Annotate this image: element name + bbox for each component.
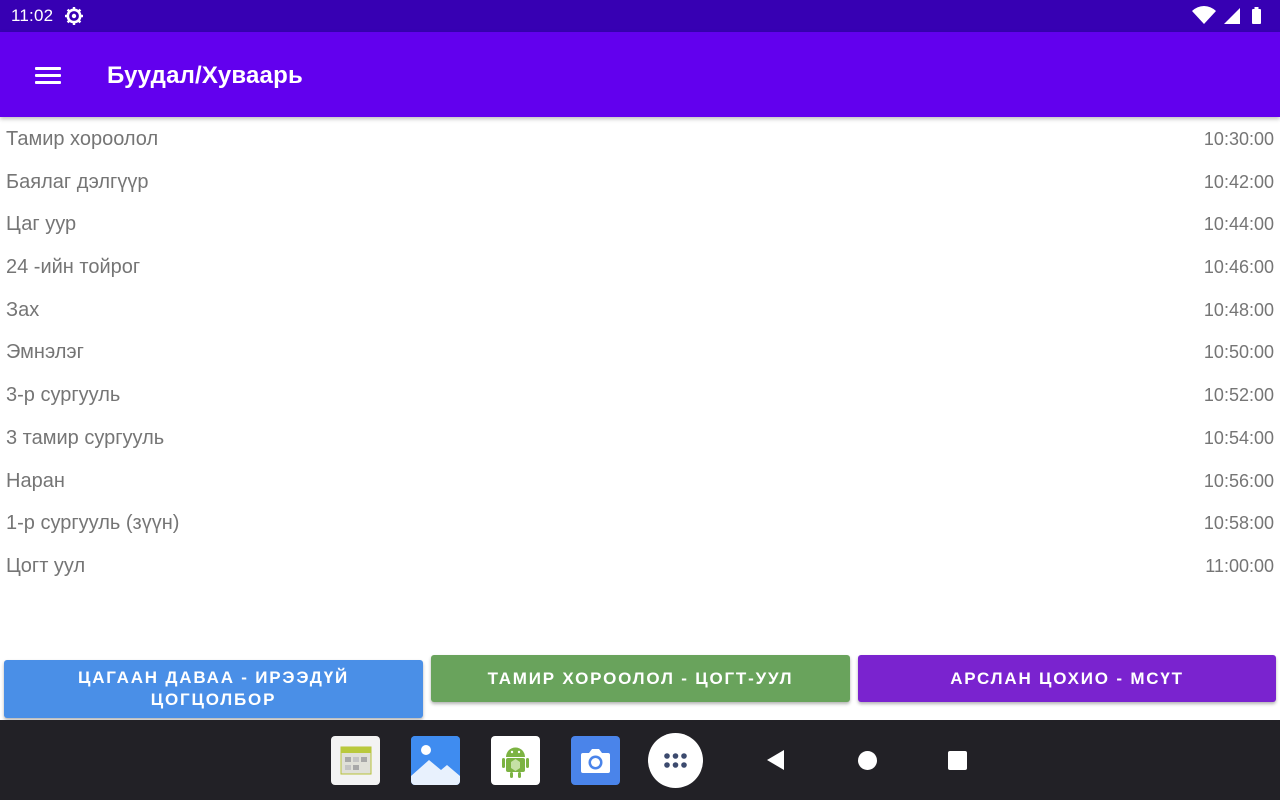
list-item[interactable]: Цогт уул 11:00:00 (0, 545, 1280, 588)
all-apps-icon[interactable] (648, 733, 703, 788)
list-item[interactable]: 24 -ийн тойрог 10:46:00 (0, 246, 1280, 289)
stop-time: 10:54:00 (1203, 427, 1274, 448)
android-app-icon[interactable] (491, 736, 540, 785)
stop-time: 10:52:00 (1203, 385, 1274, 406)
calendar-app-icon[interactable] (331, 736, 380, 785)
list-item[interactable]: 3-р сургууль 10:52:00 (0, 374, 1280, 417)
list-item[interactable]: Наран 10:56:00 (0, 460, 1280, 503)
gallery-app-icon[interactable] (411, 736, 460, 785)
list-item[interactable]: Цаг уур 10:44:00 (0, 203, 1280, 246)
hamburger-menu-icon[interactable] (24, 52, 72, 100)
settings-gear-icon (65, 7, 83, 25)
stop-time: 10:46:00 (1203, 257, 1274, 278)
camera-app-icon[interactable] (571, 736, 620, 785)
list-item[interactable]: Зах 10:48:00 (0, 289, 1280, 332)
stop-time: 10:30:00 (1203, 129, 1274, 149)
status-time: 11:02 (11, 6, 54, 25)
recents-icon[interactable] (948, 751, 967, 770)
stop-name: 24 -ийн тойрог (6, 256, 141, 279)
wifi-icon (1192, 6, 1216, 25)
app-bar: Буудал/Хуваарь (0, 32, 1280, 117)
list-item[interactable]: Тамир хороолол 10:30:00 (0, 118, 1280, 161)
stop-time: 10:42:00 (1203, 171, 1274, 192)
stop-name: Баялаг дэлгүүр (6, 170, 149, 193)
stop-time: 10:58:00 (1203, 513, 1274, 534)
stop-name: 1-р сургууль (зүүн) (6, 512, 180, 535)
navigation-bar (0, 720, 1280, 800)
home-icon[interactable] (858, 751, 877, 770)
route-button-arslan-tsokhio[interactable]: АРСЛАН ЦОХИО - МСҮТ (858, 655, 1276, 702)
stop-time: 10:56:00 (1203, 470, 1274, 491)
back-icon[interactable] (765, 749, 787, 771)
route-button-tsagaan-davaa[interactable]: ЦАГААН ДАВАА - ИРЭЭДҮЙ ЦОГЦОЛБОР (4, 660, 423, 718)
list-item[interactable]: Баялаг дэлгүүр 10:42:00 (0, 161, 1280, 204)
list-item[interactable]: 1-р сургууль (зүүн) 10:58:00 (0, 502, 1280, 545)
signal-icon (1224, 8, 1240, 24)
stop-name: Наран (6, 469, 65, 492)
stop-name: Тамир хороолол (6, 128, 159, 150)
stop-name: Эмнэлэг (6, 341, 84, 364)
status-bar: 11:02 (0, 0, 1280, 32)
stop-time: 10:44:00 (1203, 214, 1274, 235)
stop-time: 10:48:00 (1203, 299, 1274, 320)
stop-name: Зах (6, 298, 40, 321)
status-icons (1192, 6, 1261, 25)
stop-schedule-list: Тамир хороолол 10:30:00 Баялаг дэлгүүр 1… (0, 118, 1280, 588)
stop-name: 3 тамир сургууль (6, 426, 165, 449)
stop-name: 3-р сургууль (6, 384, 121, 407)
list-item[interactable]: 3 тамир сургууль 10:54:00 (0, 417, 1280, 460)
stop-time: 11:00:00 (1205, 555, 1274, 576)
stop-time: 10:50:00 (1203, 342, 1274, 363)
stop-name: Цаг уур (6, 213, 77, 236)
route-button-tamir-khoroolol[interactable]: ТАМИР ХОРООЛОЛ - ЦОГТ-УУЛ (431, 655, 850, 702)
page-title: Буудал/Хуваарь (107, 62, 303, 89)
battery-icon (1252, 9, 1261, 24)
stop-name: Цогт уул (6, 554, 86, 577)
list-item[interactable]: Эмнэлэг 10:50:00 (0, 331, 1280, 374)
